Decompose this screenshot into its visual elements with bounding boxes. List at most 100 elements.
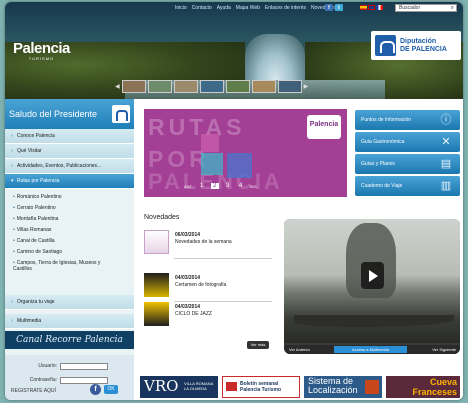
news-thumb xyxy=(144,273,169,297)
nav-link-contacto[interactable]: Contacto xyxy=(192,5,212,11)
news-item[interactable]: 04/03/2014 CICLO DE JAZZ xyxy=(144,302,272,330)
quick-link-label: Guías y Planos xyxy=(361,161,395,167)
sidebar-item-rutas[interactable]: ▾ Rutas por Palencia xyxy=(5,174,134,189)
bullet-icon: • xyxy=(13,249,15,255)
search-input[interactable]: Buscador ⌕ xyxy=(395,4,457,12)
sistema-localizacion-banner[interactable]: Sistema de Localización xyxy=(304,376,382,398)
hero-thumb[interactable] xyxy=(173,80,198,93)
hero-thumb[interactable] xyxy=(225,80,250,93)
logo-name: Palencia xyxy=(13,40,70,57)
guias-planos-button[interactable]: Guías y Planos ▤ xyxy=(355,154,460,174)
hero-thumb[interactable] xyxy=(147,80,172,93)
flag-fr-icon[interactable] xyxy=(376,5,383,10)
flag-uk-icon[interactable] xyxy=(368,5,375,10)
news-thumb xyxy=(144,230,169,254)
pager-page[interactable]: 4 xyxy=(237,183,245,189)
nav-link-ayuda[interactable]: Ayuda xyxy=(217,5,231,11)
sidebar-item-actividades[interactable]: › Actividades, Eventos, Publicaciones... xyxy=(5,159,134,174)
search-icon[interactable]: ⌕ xyxy=(451,5,454,11)
cuaderno-viaje-button[interactable]: Cuaderno de Viaje ▥ xyxy=(355,176,460,196)
diputacion-line1: Diputación xyxy=(400,37,437,45)
diputacion-logo[interactable]: Diputación DE PALENCIA xyxy=(371,31,461,60)
hero-thumb[interactable] xyxy=(251,80,276,93)
divider xyxy=(174,258,272,259)
subitem-label: Cerrato Palentino xyxy=(16,205,56,211)
play-icon[interactable] xyxy=(361,262,384,289)
multimedia-access-button[interactable]: Acceso a Multimedia xyxy=(334,346,407,353)
news-date: 04/03/2014 xyxy=(175,304,201,310)
diputacion-arch-icon xyxy=(375,35,396,56)
banner-square xyxy=(201,153,223,175)
quick-links: Puntos de Información ⓘ Guía Gastronómica… xyxy=(355,110,460,198)
flag-es-icon[interactable] xyxy=(360,5,367,10)
boletin-banner[interactable]: Boletín semanal Palencia Turismo xyxy=(222,376,300,398)
pager-page-active[interactable]: 2 xyxy=(210,183,219,189)
quick-link-label: Puntos de Información xyxy=(361,117,412,123)
sidebar-subitem[interactable]: • Camino de Santiago xyxy=(5,246,134,257)
news-item[interactable]: 04/03/2014 Certamen de fotografía xyxy=(144,273,272,302)
chevron-right-icon[interactable]: ▶ xyxy=(304,83,309,90)
cueva-franceses-banner[interactable]: Cueva Franceses xyxy=(386,376,460,398)
login-ok-button[interactable]: OK xyxy=(104,385,118,394)
sidebar-item-conoce[interactable]: › Conoce Palencia xyxy=(5,129,134,144)
villa-romana-banner[interactable]: VRO VILLA ROMANA LA OLMEDA xyxy=(140,376,218,398)
sidebar-subitem[interactable]: • Canal de Castilla xyxy=(5,235,134,246)
sidebar-item-label: Rutas por Palencia xyxy=(17,178,60,184)
subitem-label: Montaña Palentina xyxy=(16,216,59,222)
cueva-line1: Cueva xyxy=(429,377,457,387)
twitter-icon[interactable]: t xyxy=(335,4,343,11)
sidebar-subitem[interactable]: • Cerrato Palentino xyxy=(5,202,134,213)
pager-next[interactable]: SIG. xyxy=(250,184,258,189)
sidebar-subitem[interactable]: • Villas Romanas xyxy=(5,224,134,235)
bullet-icon: • xyxy=(13,227,15,233)
pager-prev[interactable]: ANT. xyxy=(184,184,193,189)
register-link[interactable]: REGISTRATE AQUÍ xyxy=(11,388,56,394)
news-item[interactable]: 06/03/2014 Novedades de la semana xyxy=(144,230,272,259)
hero-thumb[interactable] xyxy=(277,80,302,93)
sidebar-item-multimedia[interactable]: › Multimedia xyxy=(5,314,134,329)
nav-link-enlaces[interactable]: Enlaces de interés xyxy=(265,5,306,11)
canal-recorre-palencia-button[interactable]: Canal Recorre Palencia xyxy=(5,331,134,349)
diputacion-text: Diputación DE PALENCIA xyxy=(400,38,447,54)
chevron-left-icon[interactable]: ◀ xyxy=(115,83,120,90)
usuario-input[interactable] xyxy=(60,362,108,370)
video-prev-button[interactable]: Ver Anterior xyxy=(289,347,310,352)
saludo-presidente-button[interactable]: Saludo del Presidente xyxy=(5,99,134,129)
book-icon: ▤ xyxy=(440,158,452,170)
hero-bridge xyxy=(245,34,305,80)
video-next-button[interactable]: Ver Siguiente xyxy=(432,347,456,352)
diputacion-mini-icon xyxy=(112,105,130,123)
facebook-login-icon[interactable]: f xyxy=(90,384,101,395)
password-input[interactable] xyxy=(60,376,108,384)
quick-link-label: Cuaderno de Viaje xyxy=(361,183,403,189)
subitem-label: Románico Palentino xyxy=(16,194,62,200)
sidebar-subitem[interactable]: • Románico Palentino xyxy=(5,191,134,202)
pager-page[interactable]: 1 xyxy=(198,183,206,189)
boletin-text: Boletín semanal Palencia Turismo xyxy=(240,381,281,393)
sidebar-item-label: Qué Visitar xyxy=(17,148,42,154)
pager-page[interactable]: 3 xyxy=(224,183,232,189)
news-title: CICLO DE JAZZ xyxy=(175,311,212,317)
hero-thumb[interactable] xyxy=(121,80,146,93)
video-player[interactable]: Ver Anterior Acceso a Multimedia Ver Sig… xyxy=(284,219,460,354)
sidebar-item-label: Conoce Palencia xyxy=(17,133,55,139)
sidebar-item-que-visitar[interactable]: › Qué Visitar xyxy=(5,144,134,159)
news-thumb xyxy=(144,302,169,326)
rutas-banner[interactable]: RUTAS POR PALENCIA Palencia ANT. 1 2 3 4… xyxy=(144,109,347,197)
nav-link-inicio[interactable]: Inicio xyxy=(175,5,187,11)
facebook-icon[interactable]: f xyxy=(325,4,333,11)
bullet-icon: • xyxy=(13,238,15,244)
sidebar-subitem[interactable]: • Campos, Tierra de Iglesias, Museos y Ca… xyxy=(5,257,115,274)
info-icon: ⓘ xyxy=(440,114,452,126)
social-links: f t xyxy=(325,4,343,11)
sidebar-subitem[interactable]: • Montaña Palentina xyxy=(5,213,134,224)
envelope-icon xyxy=(226,382,237,391)
puntos-informacion-button[interactable]: Puntos de Información ⓘ xyxy=(355,110,460,130)
hero-thumb[interactable] xyxy=(199,80,224,93)
subitem-label: Camino de Santiago xyxy=(16,249,63,255)
ver-mas-button[interactable]: Ver más xyxy=(247,341,269,349)
site-logo[interactable]: Palencia TURISMO xyxy=(13,40,70,61)
nav-link-mapa-web[interactable]: Mapa Web xyxy=(236,5,260,11)
sidebar-item-organiza[interactable]: › Organiza tu viaje xyxy=(5,295,134,310)
guia-gastronomica-button[interactable]: Guía Gastronómica ✕ xyxy=(355,132,460,152)
